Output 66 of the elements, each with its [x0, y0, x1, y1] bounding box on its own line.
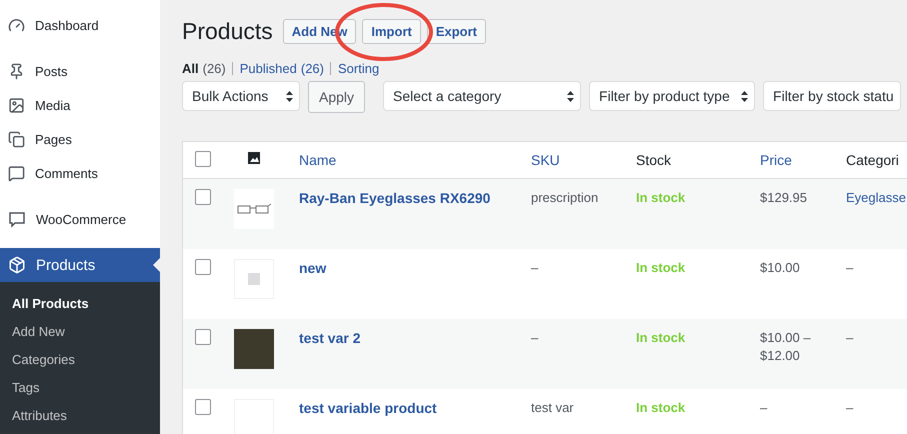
category-text: – [846, 259, 854, 277]
view-count: (26) [202, 62, 226, 75]
pin-icon [8, 62, 25, 80]
submenu-item[interactable]: Attributes [0, 401, 160, 429]
product-name-link[interactable]: new [299, 259, 531, 277]
page-title: Products [182, 18, 273, 44]
stock-status: In stock [636, 329, 686, 347]
category-text: – [846, 329, 854, 347]
product-name-link[interactable]: test variable product [299, 399, 531, 417]
sidebar-item[interactable]: Dashboard [0, 8, 160, 42]
submenu-item[interactable]: Tags [0, 373, 160, 401]
pages-icon [8, 130, 25, 148]
view-link[interactable]: Sorting [338, 62, 380, 75]
sidebar-item[interactable]: Comments [0, 156, 160, 190]
box-icon [8, 256, 26, 274]
submenu-item[interactable]: Add New [0, 317, 160, 345]
view-link[interactable]: Published [240, 62, 297, 75]
photo-placeholder [234, 329, 274, 369]
column-header[interactable]: Name [299, 151, 531, 169]
glasses-thumbnail [234, 189, 274, 229]
image-column-icon [247, 151, 261, 165]
select-arrows-icon [741, 90, 748, 102]
page-title-action[interactable]: Import [362, 18, 421, 44]
sidebar-item[interactable]: Media [0, 88, 160, 122]
sidebar-item[interactable]: Posts [0, 54, 160, 88]
sku-text: – [531, 259, 540, 277]
media-icon [8, 96, 25, 114]
price-text: $10.00 – $12.00 [760, 329, 812, 365]
stock-status: In stock [636, 189, 686, 207]
page-title-action[interactable]: Export [426, 18, 486, 44]
dashboard-icon [8, 16, 25, 34]
stock-status: In stock [636, 399, 686, 417]
sku-text: prescription [531, 189, 600, 207]
sidebar-item[interactable]: Pages [0, 122, 160, 156]
sku-text: – [531, 329, 540, 347]
column-header: Stock [636, 151, 672, 169]
stock-status: In stock [636, 259, 686, 277]
filter-select[interactable]: Filter by product type [589, 81, 756, 111]
submenu-item[interactable]: Categories [0, 345, 160, 373]
speech-bubble-icon [8, 210, 26, 228]
view-count: (26) [300, 62, 324, 75]
placeholder-thumbnail [234, 259, 274, 299]
row-checkbox[interactable] [195, 189, 211, 205]
select-arrows-icon [286, 90, 293, 102]
column-header[interactable]: Price [760, 151, 846, 169]
column-header[interactable]: SKU [531, 151, 636, 169]
row-checkbox[interactable] [195, 329, 211, 345]
row-checkbox[interactable] [195, 259, 211, 275]
view-link[interactable]: All [182, 62, 199, 75]
sku-text: test var [531, 399, 575, 417]
sidebar-item[interactable]: WooCommerce [0, 202, 160, 236]
filter-select[interactable]: Filter by stock statu [763, 81, 901, 111]
filter-select[interactable]: Select a category [383, 81, 582, 111]
price-text: $129.95 [760, 189, 808, 207]
apply-button[interactable]: Apply [308, 81, 366, 113]
comment-icon [8, 164, 25, 182]
sidebar-item[interactable]: Products [0, 248, 160, 282]
price-text: $10.00 [760, 259, 801, 277]
select-all-checkbox[interactable] [195, 151, 211, 167]
bulk-actions-select[interactable]: Bulk Actions [182, 81, 300, 111]
price-text: – [760, 399, 768, 417]
submenu-item[interactable]: All Products [0, 289, 160, 317]
select-arrows-icon [567, 90, 574, 102]
column-header: Categori [846, 151, 900, 169]
category-text: – [846, 399, 854, 417]
row-checkbox[interactable] [195, 399, 211, 415]
